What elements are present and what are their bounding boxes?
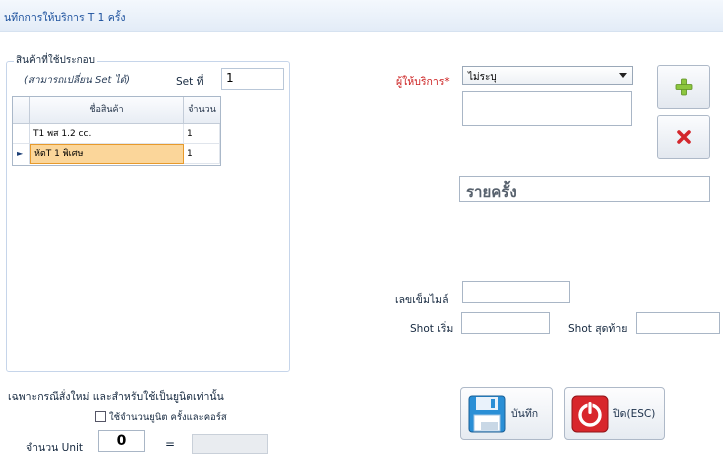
save-button-label: บันทึก	[511, 408, 539, 420]
use-unit-checkbox-label[interactable]: ใช้จำนวนยูนิต ครั้งและคอร์ส	[109, 410, 227, 425]
mileage-input[interactable]	[462, 281, 570, 303]
set-label: Set ที่	[176, 76, 204, 88]
row-indicator[interactable]	[13, 124, 30, 144]
table-row-qty-cell[interactable]: 1	[184, 124, 220, 144]
unit-label: จำนวน Unit	[26, 442, 84, 454]
use-unit-checkbox[interactable]	[95, 411, 106, 422]
product-table[interactable]: ชื่อสินค้า จำนวน T1 พส 1.2 cc. 1 ► หัตT …	[12, 96, 221, 166]
shot-end-input[interactable]	[636, 312, 720, 334]
plus-icon	[675, 78, 692, 96]
shot-start-label: Shot เริ่ม	[410, 323, 454, 335]
shot-end-label: Shot สุดท้าย	[568, 323, 628, 335]
column-header-product[interactable]: ชื่อสินค้า	[30, 97, 184, 124]
set-number-input[interactable]: 1	[221, 68, 284, 90]
title-bar: นทึกการให้บริการ T 1 ครั้ง	[0, 0, 723, 32]
shot-start-input[interactable]	[461, 312, 550, 334]
mileage-label: เลขเข็มไมล์	[395, 294, 449, 306]
floppy-disk-icon	[468, 395, 506, 432]
table-row-qty-cell[interactable]: 1	[184, 144, 220, 164]
set-change-note: (สามารถเปลี่ยน Set ได้)	[24, 75, 131, 86]
provider-selected-value: ไม่ระบุ	[468, 72, 497, 83]
row-indicator[interactable]: ►	[13, 144, 30, 164]
provider-dropdown[interactable]: ไม่ระบุ	[462, 66, 633, 85]
product-group-legend: สินค้าที่ใช้ประกอบ	[14, 53, 98, 68]
equals-sign: =	[165, 437, 176, 451]
unit-quantity-input[interactable]: 0	[98, 430, 145, 452]
table-row-product-cell[interactable]: T1 พส 1.2 cc.	[30, 124, 184, 144]
power-icon	[571, 395, 609, 432]
current-row-arrow-icon: ►	[17, 149, 24, 158]
chevron-down-icon	[619, 73, 627, 78]
add-button[interactable]	[657, 65, 710, 109]
table-corner-header	[13, 97, 30, 124]
column-header-qty[interactable]: จำนวน	[184, 97, 220, 124]
close-button-label: ปิด(ESC)	[613, 408, 656, 420]
unit-result-field	[192, 434, 268, 454]
provider-memo-box[interactable]	[462, 91, 632, 126]
table-row-product-cell-selected[interactable]: หัตT 1 พิเศษ	[30, 144, 184, 164]
x-icon	[676, 130, 691, 144]
window-title: นทึกการให้บริการ T 1 ครั้ง	[4, 12, 126, 24]
provider-label: ผู้ให้บริการ*	[396, 76, 450, 88]
unit-section-note: เฉพาะกรณีสั่งใหม่ และสำหรับใช้เป็นยูนิตเ…	[8, 391, 224, 403]
close-button[interactable]: ปิด(ESC)	[564, 387, 665, 440]
save-button[interactable]: บันทึก	[460, 387, 553, 440]
service-type-display[interactable]: รายครั้ง	[459, 176, 710, 202]
delete-button[interactable]	[657, 115, 710, 159]
